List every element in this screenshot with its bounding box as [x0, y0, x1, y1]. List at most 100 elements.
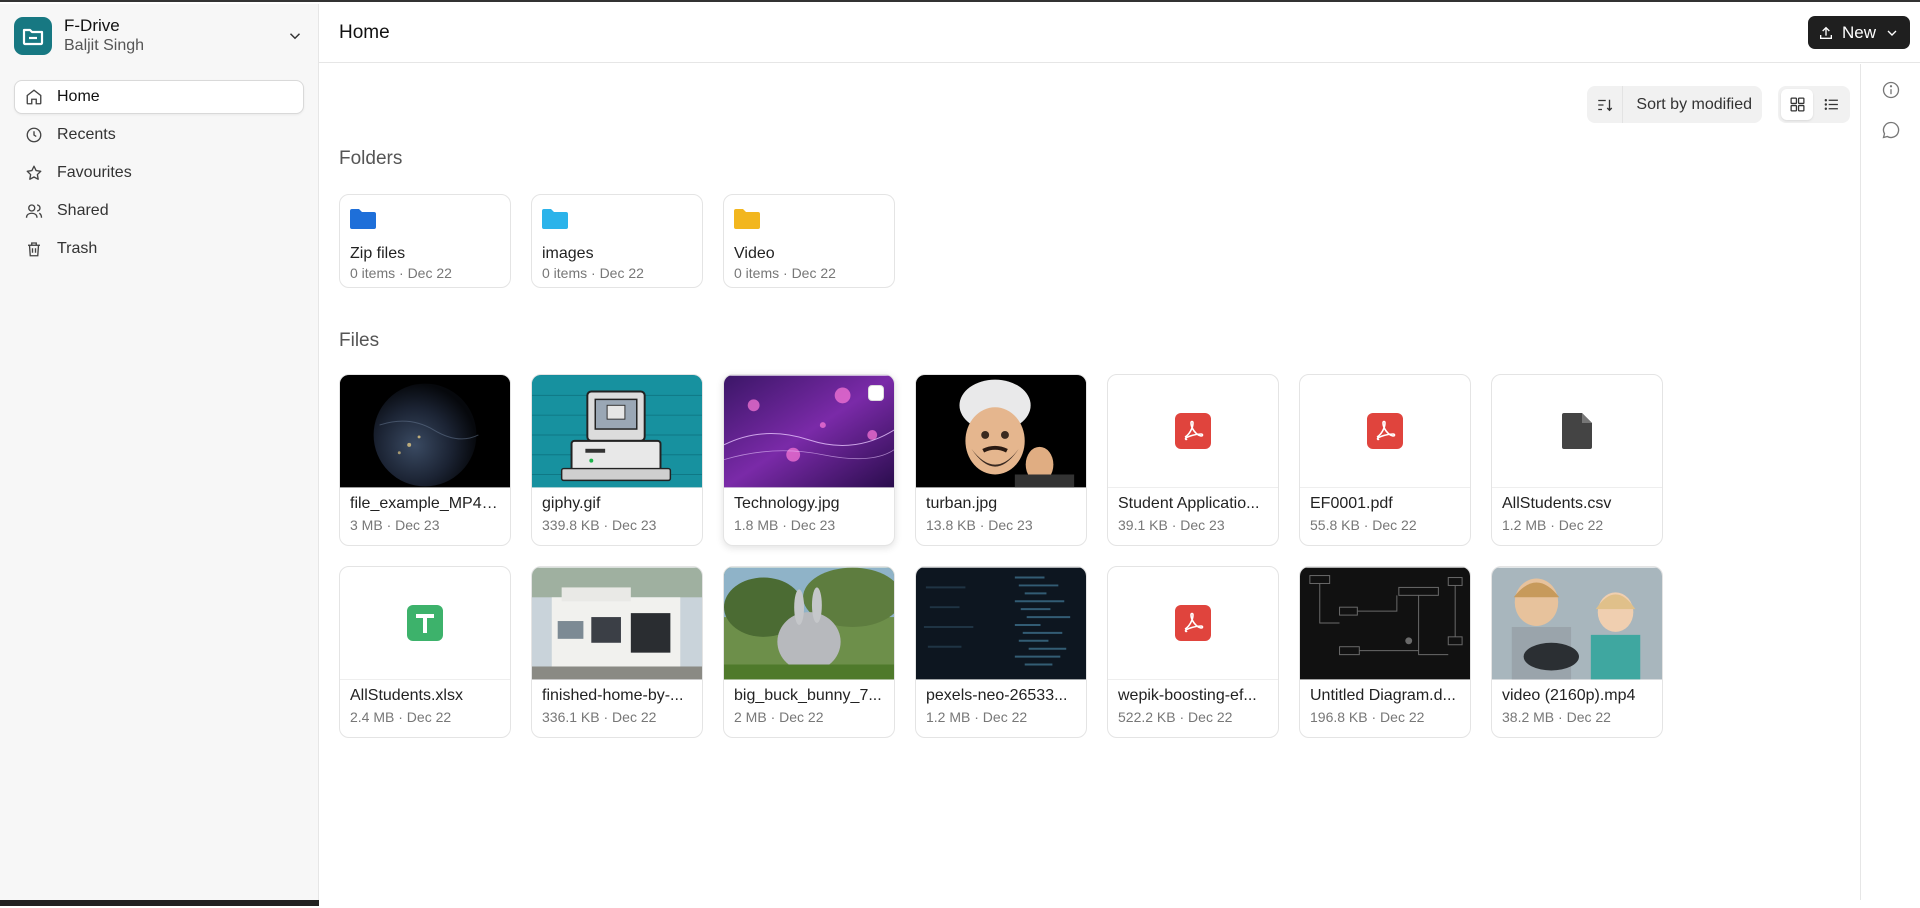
grid-view-button[interactable] [1781, 89, 1813, 120]
file-card[interactable]: Student Applicatio... 39.1 KB · Dec 23 [1107, 374, 1279, 546]
file-card[interactable]: pexels-neo-26533... 1.2 MB · Dec 22 [915, 566, 1087, 738]
content: Sort by modified Folders Zip files 0 ite… [339, 64, 1850, 900]
file-meta: 1.2 MB · Dec 22 [1502, 517, 1604, 533]
folder-grid: Zip files 0 items · Dec 22 images 0 item… [339, 194, 895, 288]
file-meta: 2 MB · Dec 22 [734, 709, 824, 725]
file-card[interactable]: Technology.jpg 1.8 MB · Dec 23 [723, 374, 895, 546]
image-thumbnail [916, 567, 1086, 680]
app-logo [14, 17, 52, 55]
view-toolbar: Sort by modified [1587, 86, 1850, 123]
sort-label: Sort by modified [1636, 95, 1752, 113]
spreadsheet-icon [407, 605, 443, 641]
file-meta: 38.2 MB · Dec 22 [1502, 709, 1611, 725]
info-icon[interactable] [1881, 80, 1901, 100]
file-card[interactable]: finished-home-by-... 336.1 KB · Dec 22 [531, 566, 703, 738]
trash-icon [28, 242, 40, 257]
sidebar-item-label: Trash [57, 240, 98, 257]
sidebar-item-recents[interactable]: Recents [14, 118, 304, 152]
spreadsheet-thumbnail [340, 567, 510, 680]
image-thumbnail [724, 375, 894, 488]
file-card[interactable]: Untitled Diagram.d... 196.8 KB · Dec 22 [1299, 566, 1471, 738]
file-name: video (2160p).mp4 [1502, 687, 1636, 704]
bunny-image [724, 567, 894, 679]
file-name: EF0001.pdf [1310, 495, 1393, 512]
sidebar: F-Drive Baljit Singh Home Recents Favour… [0, 4, 319, 906]
file-meta: 39.1 KB · Dec 23 [1118, 517, 1225, 533]
header: Home [319, 4, 1920, 63]
pdf-icon [1367, 413, 1403, 449]
file-card[interactable]: EF0001.pdf 55.8 KB · Dec 22 [1299, 374, 1471, 546]
sidebar-item-label: Home [57, 88, 100, 105]
folder-name: Video [734, 245, 775, 262]
list-icon [1824, 99, 1838, 110]
chevron-down-icon [289, 33, 301, 40]
account-switcher[interactable]: F-Drive Baljit Singh [0, 4, 318, 68]
folder-meta: 0 items · Dec 22 [734, 265, 836, 281]
upload-icon [1819, 26, 1832, 39]
file-card[interactable]: AllStudents.csv 1.2 MB · Dec 22 [1491, 374, 1663, 546]
file-card[interactable]: big_buck_bunny_7... 2 MB · Dec 22 [723, 566, 895, 738]
diagram-thumbnail [1300, 567, 1470, 680]
star-icon [26, 165, 42, 180]
folder-name: images [542, 245, 594, 262]
window-edge [0, 900, 319, 906]
files-heading: Files [339, 330, 380, 351]
sidebar-item-home[interactable]: Home [14, 80, 304, 114]
file-card[interactable]: giphy.gif 339.8 KB · Dec 23 [531, 374, 703, 546]
main-area: Home New Sort by modified Folders Zip fi… [319, 4, 1920, 906]
sort-button[interactable]: Sort by modified [1587, 86, 1762, 123]
file-meta: 55.8 KB · Dec 22 [1310, 517, 1417, 533]
sidebar-item-favourites[interactable]: Favourites [14, 156, 304, 190]
folder-card[interactable]: Zip files 0 items · Dec 22 [339, 194, 511, 288]
file-name: pexels-neo-26533... [926, 687, 1068, 704]
file-name: giphy.gif [542, 495, 601, 512]
gif-thumbnail [532, 375, 702, 488]
file-card[interactable]: file_example_MP4_... 3 MB · Dec 23 [339, 374, 511, 546]
file-name: Student Applicatio... [1118, 495, 1260, 512]
folder-meta: 0 items · Dec 22 [350, 265, 452, 281]
file-card[interactable]: video (2160p).mp4 38.2 MB · Dec 22 [1491, 566, 1663, 738]
select-checkbox[interactable] [868, 385, 884, 401]
file-meta: 13.8 KB · Dec 23 [926, 517, 1033, 533]
sidebar-item-label: Shared [57, 202, 109, 219]
file-card[interactable]: wepik-boosting-ef... 522.2 KB · Dec 22 [1107, 566, 1279, 738]
pdf-thumbnail [1108, 567, 1278, 680]
document-icon [1562, 413, 1592, 449]
folders-heading: Folders [339, 148, 403, 169]
sidebar-item-label: Recents [57, 126, 116, 143]
sidebar-item-shared[interactable]: Shared [14, 194, 304, 228]
pdf-icon [1175, 413, 1211, 449]
video-thumbnail [340, 375, 510, 488]
sidebar-item-trash[interactable]: Trash [14, 232, 304, 266]
file-grid: file_example_MP4_... 3 MB · Dec 23 giphy… [339, 374, 1663, 738]
file-meta: 1.8 MB · Dec 23 [734, 517, 836, 533]
video-thumbnail [724, 567, 894, 680]
pdf-thumbnail [1300, 375, 1470, 488]
folder-icon [542, 209, 568, 229]
folder-icon [734, 209, 760, 229]
file-meta: 1.2 MB · Dec 22 [926, 709, 1028, 725]
pdf-thumbnail [1108, 375, 1278, 488]
users-icon [25, 204, 43, 218]
folder-card[interactable]: images 0 items · Dec 22 [531, 194, 703, 288]
file-meta: 339.8 KB · Dec 23 [542, 517, 657, 533]
file-card[interactable]: AllStudents.xlsx 2.4 MB · Dec 22 [339, 566, 511, 738]
list-view-button[interactable] [1815, 89, 1847, 120]
folder-name: Zip files [350, 245, 406, 262]
kids-video-image [1492, 567, 1662, 679]
house-image [532, 567, 702, 679]
file-name: AllStudents.csv [1502, 495, 1612, 512]
new-button[interactable]: New [1807, 16, 1910, 49]
chevron-down-icon [1887, 30, 1897, 36]
comment-icon[interactable] [1881, 120, 1901, 140]
file-meta: 3 MB · Dec 23 [350, 517, 440, 533]
sidebar-item-label: Favourites [57, 164, 132, 181]
folder-meta: 0 items · Dec 22 [542, 265, 644, 281]
sidebar-nav: Home Recents Favourites Shared Trash [0, 80, 318, 266]
folder-card[interactable]: Video 0 items · Dec 22 [723, 194, 895, 288]
computer-image [532, 375, 702, 487]
earth-image [340, 375, 510, 487]
grid-icon [1789, 97, 1805, 112]
file-card[interactable]: turban.jpg 13.8 KB · Dec 23 [915, 374, 1087, 546]
right-rail [1860, 64, 1920, 900]
